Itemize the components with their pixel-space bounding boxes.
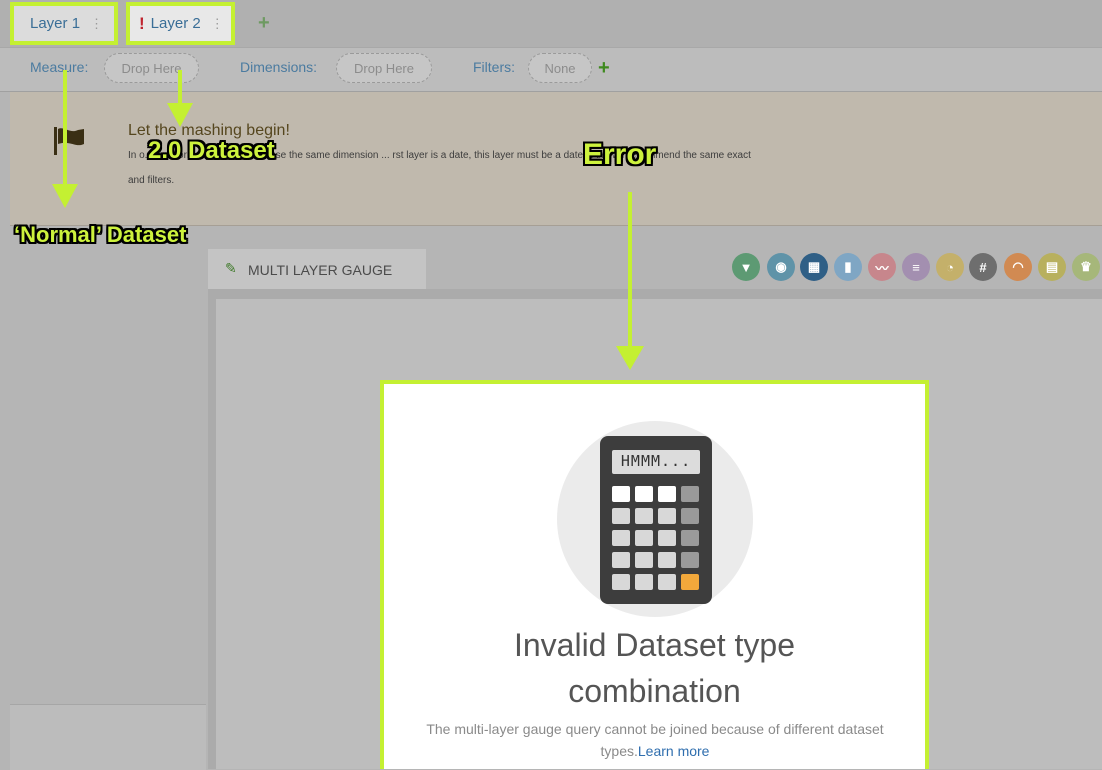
hash-icon[interactable]: # <box>969 253 997 281</box>
annotation-normal-dataset: ‘Normal’ Dataset <box>14 222 187 247</box>
annotation-error: Error <box>583 138 657 171</box>
trophy-icon[interactable]: ♛ <box>1072 253 1100 281</box>
add-layer-button[interactable]: + <box>258 12 270 35</box>
learn-more-link[interactable]: Learn more <box>638 743 710 759</box>
calculator-icon[interactable]: ▦ <box>800 253 828 281</box>
tab-layer-2-label: Layer 2 <box>150 15 201 32</box>
dimensions-label: Dimensions: <box>240 59 318 75</box>
pencil-icon[interactable]: ✎ <box>225 260 237 277</box>
tab-layer-1-label: Layer 1 <box>30 15 81 32</box>
panel-icon[interactable]: ▤ <box>1038 253 1066 281</box>
camera-icon[interactable]: ◉ <box>767 253 795 281</box>
tab-layer-1[interactable]: Layer 1 ⋮ <box>10 2 118 45</box>
error-message: The multi-layer gauge query cannot be jo… <box>400 718 910 762</box>
kebab-menu-icon[interactable]: ⋮ <box>90 16 103 32</box>
sidebar-footer <box>10 704 206 770</box>
widget-title: MULTI LAYER GAUGE <box>248 262 393 278</box>
error-title: Invalid Dataset type combination <box>384 622 925 714</box>
measure-label: Measure: <box>30 59 89 75</box>
wave-icon[interactable]: 〰 <box>868 253 896 281</box>
alert-icon: ! <box>139 13 145 33</box>
dimensions-drop-zone[interactable]: Drop Here <box>336 53 432 83</box>
error-title-line-2: combination <box>568 673 741 709</box>
add-filter-button[interactable]: + <box>598 57 610 80</box>
left-sidebar <box>10 226 206 704</box>
tab-layer-2[interactable]: ! Layer 2 ⋮ <box>126 2 235 45</box>
annotation-2-0-dataset: 2.0 Dataset <box>148 137 275 164</box>
flag-icon <box>54 127 84 155</box>
measure-drop-zone[interactable]: Drop Here <box>104 53 199 83</box>
funnel-icon[interactable]: ▼ <box>732 253 760 281</box>
pie-icon[interactable]: ◔ <box>936 253 964 281</box>
kebab-menu-icon[interactable]: ⋮ <box>211 16 224 32</box>
gauge-icon[interactable]: ◠ <box>1004 253 1032 281</box>
visualization-toolbar <box>426 249 1102 289</box>
notice-body-continued: and filters. <box>128 175 175 186</box>
error-title-line-1: Invalid Dataset type <box>513 627 796 663</box>
filters-label: Filters: <box>473 59 515 75</box>
list-icon[interactable]: ≡ <box>902 253 930 281</box>
filters-value[interactable]: None <box>528 53 592 83</box>
bar-chart-icon[interactable]: ▮ <box>834 253 862 281</box>
calculator-screen-text: HMMM... <box>620 452 692 470</box>
